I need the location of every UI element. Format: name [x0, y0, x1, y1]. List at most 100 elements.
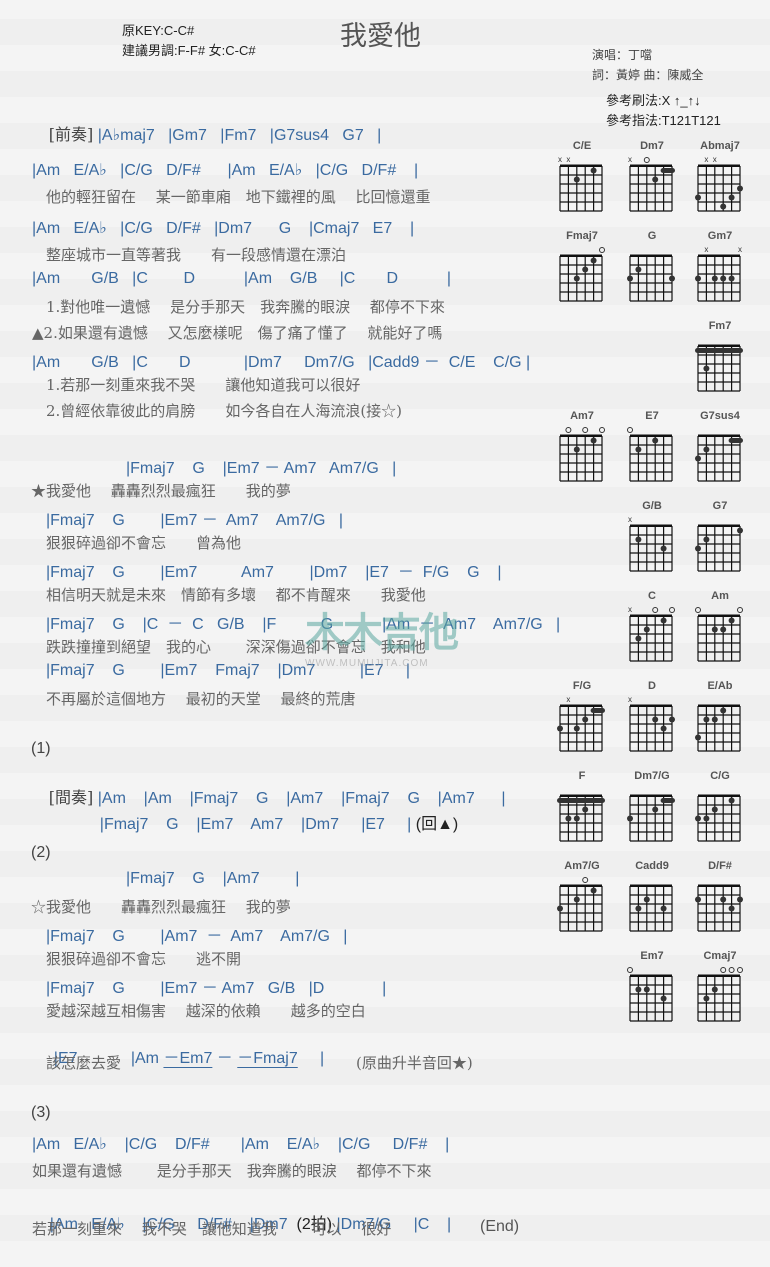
finger-dot: [590, 167, 597, 174]
finger-dot: [643, 986, 650, 993]
chord-chart-name: G/B: [642, 500, 662, 512]
chord-line: |Fmaj7 G |Am7 － Am7 Am7/G |: [46, 928, 348, 945]
nut: [698, 794, 740, 797]
fretboard-diagram: xx: [695, 155, 743, 212]
finger-dot: [590, 257, 597, 264]
finger-dot: [711, 806, 718, 813]
nut: [698, 164, 740, 167]
chord-line: |Fmaj7 G |Em7 － Am7 Am7/G |: [46, 512, 343, 529]
nut: [560, 164, 602, 167]
finger-dot: [728, 617, 735, 624]
finger-dot: [695, 194, 701, 201]
finger-dot: [652, 437, 659, 444]
lyric-line: 1.對他唯一遺憾 是分手那天 我奔騰的眼淚 都停不下來: [46, 298, 445, 316]
fretboard-diagram: [559, 247, 605, 302]
chord-chart-name: C/E: [572, 140, 592, 152]
chord-chart: G7sus4: [690, 410, 750, 486]
finger-dot: [737, 527, 743, 534]
finger-dot: [703, 995, 710, 1002]
chord-line: |Am G/B |C D |Dm7 Dm7/G |Cadd9 － C/E C/G…: [32, 354, 531, 371]
finger-dot: [728, 797, 735, 804]
finger-dot: [737, 896, 743, 903]
lyric-line: 不再屬於這個地方 最初的天堂 最終的荒唐: [46, 690, 356, 708]
nut: [630, 884, 672, 887]
chord-chart-name: C/G: [710, 770, 730, 782]
chord-chart: G/B x: [622, 500, 682, 576]
interlude-line-2: |Fmaj7 G |Em7 Am7 |Dm7 |E7 | (回▲): [82, 792, 458, 852]
finger-dot: [635, 446, 642, 453]
finger-dot: [728, 905, 735, 912]
finger-dot: [635, 266, 642, 273]
lyric-line: 2.曾經依靠彼此的肩膀 如今各自在人海流浪(接☆): [46, 402, 403, 420]
fretboard-diagram: x: [628, 155, 675, 212]
lyric-line: 該怎麼去愛: [46, 1054, 122, 1072]
nut: [698, 344, 740, 347]
finger-dot: [635, 905, 642, 912]
open-string-mark: [669, 607, 675, 613]
chord-chart: Am7/G: [552, 860, 612, 936]
key-change-note: (原曲升半音回★): [356, 1054, 473, 1072]
chord-chart-name: Dm7/G: [634, 770, 670, 782]
chord-chart: G: [622, 230, 682, 306]
finger-dot: [643, 896, 650, 903]
finger-dot: [720, 707, 727, 714]
intro-line: [前奏] |A♭maj7 |Gm7 |Fm7 |G7sus4 G7 |: [31, 103, 381, 163]
strum-pattern: 參考刷法:X ↑_↑↓: [606, 93, 701, 108]
chord-chart-name: Abmaj7: [700, 140, 740, 152]
open-string-mark: [695, 607, 701, 613]
chord-line: |Fmaj7 G |Em7 Am7 |Dm7 |E7 － F/G G |: [46, 564, 502, 581]
barre-mark: [695, 348, 743, 353]
nut: [698, 884, 740, 887]
fretboard-diagram: [695, 884, 743, 932]
fretboard-diagram: x: [557, 695, 605, 752]
chord-chart-name: F: [578, 770, 586, 782]
open-string-mark: [737, 967, 743, 973]
fretboard-diagram: [695, 704, 741, 752]
finger-dot: [695, 275, 701, 282]
finger-dot: [703, 365, 710, 372]
finger-dot: [669, 716, 675, 723]
chord-chart-name: Fmaj7: [566, 230, 598, 242]
lyric-line: 如果還有遺憾 是分手那天 我奔騰的眼淚 都停不下來: [32, 1162, 432, 1180]
finger-dot: [711, 626, 718, 633]
barre-mark: [728, 438, 743, 443]
section-marker: (2): [31, 844, 51, 861]
nut: [560, 704, 602, 707]
muted-string-mark: x: [558, 155, 562, 164]
chord-chart: Fm7: [690, 320, 750, 396]
chord-seg: －: [212, 1050, 238, 1067]
finger-dot: [652, 806, 659, 813]
nut: [698, 524, 740, 527]
nut: [630, 614, 672, 617]
chord-seg: |: [297, 1050, 325, 1067]
chord-chart: G7: [690, 500, 750, 576]
open-string-mark: [627, 427, 633, 433]
finger-dot: [582, 806, 589, 813]
lyric-line: 整座城市一直等著我 有一段感情還在漂泊: [46, 246, 347, 264]
nut: [698, 704, 740, 707]
fretboard-diagram: [629, 884, 673, 932]
nut: [560, 254, 602, 257]
chord-chart-name: Cadd9: [635, 860, 669, 872]
chord-chart-name: Dm7: [640, 140, 664, 152]
barre-mark: [557, 798, 605, 803]
chord-line: |Am G/B |C D |Am G/B |C D |: [32, 270, 452, 287]
chord-chart-name: Cmaj7: [703, 950, 737, 962]
chord-chart: Gm7 x x: [690, 230, 750, 306]
nut: [630, 974, 672, 977]
fretboard-diagram: [557, 877, 603, 932]
finger-dot: [573, 446, 580, 453]
finger-dot: [573, 725, 580, 732]
chord-chart: Dm7 x: [622, 140, 682, 216]
muted-string-mark: x: [628, 605, 632, 614]
finger-dot: [660, 545, 667, 552]
finger-dot: [703, 815, 710, 822]
chord-line: |Fmaj7 G |C － C G/B |F G |Am － Am7 Am7/G…: [46, 616, 561, 633]
lyric-line: 他的輕狂留在 某一節車廂 地下鐵裡的風 比回憶還重: [46, 188, 431, 206]
muted-string-mark: x: [566, 695, 570, 704]
lyric-line: 狠狠碎過卻不會忘 逃不開: [46, 950, 242, 968]
fretboard-diagram: [627, 427, 673, 482]
finger-dot: [557, 905, 563, 912]
finger-dot: [695, 734, 701, 741]
intro-label: [前奏]: [48, 125, 94, 144]
